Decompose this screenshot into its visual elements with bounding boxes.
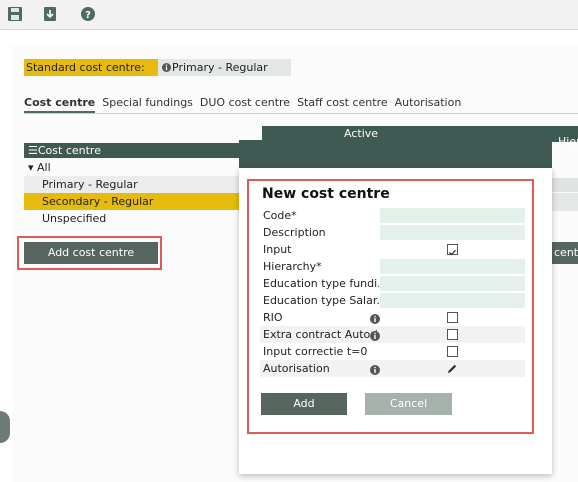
toolbar: ? (0, 0, 578, 30)
hierarchy-column-header: Hier (558, 135, 578, 148)
download-icon[interactable] (42, 6, 58, 22)
tree-header-label: Cost centre (37, 144, 101, 157)
background-right-button[interactable]: cent (552, 242, 578, 264)
help-icon[interactable]: ? (80, 6, 96, 22)
tabs-divider (24, 113, 578, 114)
tree-item-secondary-regular[interactable]: Secondary - Regular (24, 193, 240, 210)
tree-item-all[interactable]: ▾ All (24, 159, 240, 176)
background-row (552, 193, 578, 211)
tree-item-unspecified[interactable]: Unspecified (24, 210, 240, 227)
menu-icon[interactable]: ☰ (28, 144, 38, 157)
standard-cost-centre-value: Primary - Regular (158, 59, 291, 76)
standard-cost-centre-text: Primary - Regular (172, 61, 268, 74)
standard-cost-centre-label: Standard cost centre: (24, 59, 167, 76)
tab-bar: Cost centre Special fundings DUO cost ce… (24, 95, 468, 113)
modal-header-bar (239, 140, 552, 168)
background-row (552, 178, 578, 192)
side-panel-handle[interactable] (0, 411, 10, 443)
info-icon (162, 60, 171, 77)
tab-duo-cost-centre[interactable]: DUO cost centre (200, 95, 290, 113)
svg-text:?: ? (85, 10, 91, 21)
cost-centre-tree-header: ☰Cost centre (24, 143, 240, 158)
tab-cost-centre[interactable]: Cost centre (24, 95, 96, 113)
tree-item-label: All (37, 161, 51, 174)
caret-down-icon[interactable]: ▾ (28, 161, 37, 174)
save-icon[interactable] (7, 6, 23, 22)
tab-staff-cost-centre[interactable]: Staff cost centre (297, 95, 388, 113)
annotation-highlight-modal (247, 179, 534, 434)
tab-autorisation[interactable]: Autorisation (395, 95, 462, 113)
annotation-highlight-add-button (17, 236, 162, 270)
tree-item-primary-regular[interactable]: Primary - Regular (24, 176, 240, 193)
tab-special-fundings[interactable]: Special fundings (102, 95, 193, 113)
